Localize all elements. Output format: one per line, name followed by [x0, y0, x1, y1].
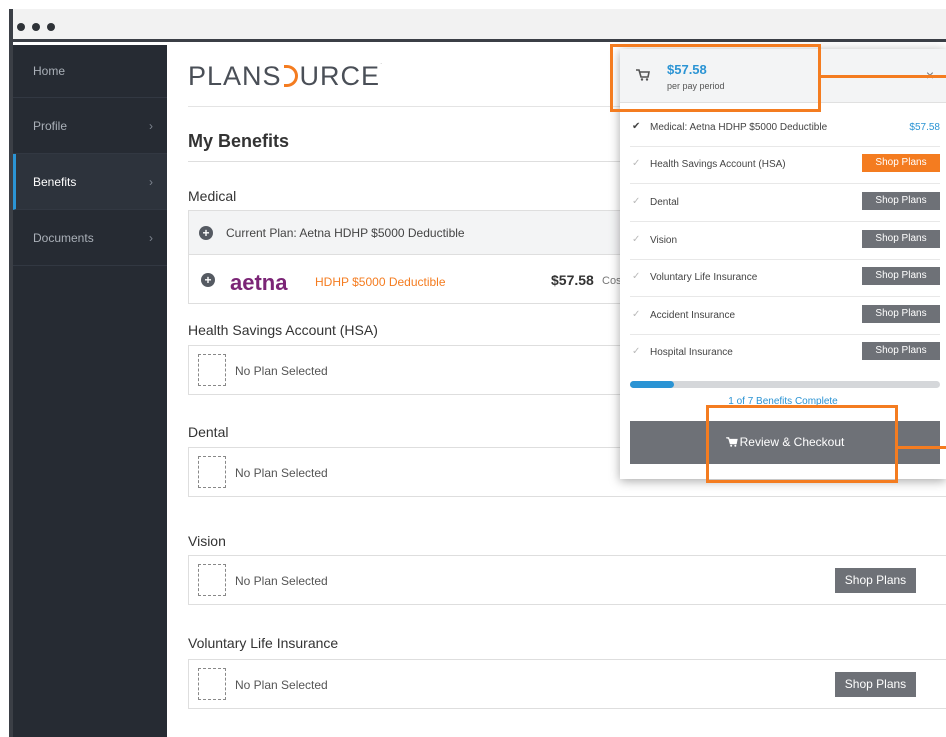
logo-text-prefix: PLANS — [188, 61, 282, 91]
aetna-logo: aetna — [230, 270, 288, 295]
cart-row-medical: ✔ Medical: Aetna HDHP $5000 Deductible $… — [630, 117, 940, 147]
cart-row-amount: $57.58 — [909, 122, 940, 133]
sidebar-item-profile[interactable]: Profile › — [13, 98, 167, 154]
row-divider — [630, 183, 940, 184]
section-label-dental: Dental — [188, 424, 229, 440]
window-maximize-dot-icon[interactable] — [47, 23, 55, 31]
sidebar-item-documents[interactable]: Documents › — [13, 210, 167, 266]
life-cart-shop-plans-button[interactable]: Shop Plans — [862, 267, 940, 285]
page-title: My Benefits — [188, 131, 290, 151]
life-card: No Plan Selected Shop Plans — [188, 659, 946, 709]
cart-row-life: ✓ Voluntary Life Insurance Shop Plans — [630, 267, 940, 297]
cart-row-hsa: ✓ Health Savings Account (HSA) Shop Plan… — [630, 154, 940, 184]
cart-row-label: Dental — [650, 197, 679, 208]
sidebar-item-label: Documents — [33, 231, 94, 245]
chevron-right-icon: › — [149, 119, 153, 133]
checkmark-icon: ✓ — [632, 309, 641, 320]
cart-row-label: Vision — [650, 235, 678, 246]
medical-plan-name: HDHP $5000 Deductible — [315, 275, 446, 289]
cart-row-label: Health Savings Account (HSA) — [650, 159, 786, 170]
life-shop-plans-button[interactable]: Shop Plans — [835, 672, 916, 697]
benefits-cart-panel: $57.58 per pay period × ✔ Medical: Aetna… — [620, 49, 946, 479]
checkmark-icon: ✓ — [632, 158, 641, 169]
benefits-progress-bar — [630, 381, 940, 388]
section-label-life: Voluntary Life Insurance — [188, 635, 339, 651]
sidebar-item-benefits[interactable]: Benefits › — [13, 154, 167, 210]
vision-shop-plans-button[interactable]: Shop Plans — [835, 568, 916, 593]
plansource-logo[interactable]: PLANS URCE· — [188, 61, 383, 92]
row-divider — [630, 334, 940, 335]
vision-card: No Plan Selected Shop Plans — [188, 555, 946, 605]
medical-cost-label: Cos — [602, 275, 622, 287]
medical-plan-price: $57.58 — [551, 272, 594, 288]
row-divider — [630, 146, 940, 147]
row-divider — [630, 221, 940, 222]
logo-o-mark-icon — [283, 65, 298, 87]
hospital-cart-shop-plans-button[interactable]: Shop Plans — [862, 342, 940, 360]
checkmark-icon: ✔ — [632, 121, 641, 132]
empty-plan-placeholder-icon — [198, 456, 226, 488]
current-plan-text: Current Plan: Aetna HDHP $5000 Deductibl… — [226, 226, 465, 240]
empty-plan-placeholder-icon — [198, 668, 226, 700]
shopping-cart-icon — [636, 69, 650, 81]
sidebar-item-label: Benefits — [33, 175, 77, 189]
dental-cart-shop-plans-button[interactable]: Shop Plans — [862, 192, 940, 210]
cart-row-accident: ✓ Accident Insurance Shop Plans — [630, 305, 940, 335]
checkmark-icon: ✓ — [632, 271, 641, 282]
section-label-vision: Vision — [188, 533, 226, 549]
window-titlebar — [13, 9, 946, 42]
cart-row-dental: ✓ Dental Shop Plans — [630, 192, 940, 222]
row-divider — [630, 259, 940, 260]
progress-text: 1 of 7 Benefits Complete — [728, 396, 838, 407]
row-divider — [630, 296, 940, 297]
cart-row-vision: ✓ Vision Shop Plans — [630, 230, 940, 260]
cart-row-label: Voluntary Life Insurance — [650, 272, 758, 283]
cart-total: $57.58 — [667, 62, 707, 77]
checkmark-icon: ✓ — [632, 196, 641, 207]
vision-status: No Plan Selected — [235, 574, 328, 588]
checkout-callout-line — [898, 446, 946, 449]
cart-total-callout-line — [821, 75, 946, 78]
hsa-cart-shop-plans-button[interactable]: Shop Plans — [862, 154, 940, 172]
hsa-status: No Plan Selected — [235, 364, 328, 378]
dental-status: No Plan Selected — [235, 466, 328, 480]
checkout-label: Review & Checkout — [739, 435, 845, 449]
empty-plan-placeholder-icon — [198, 354, 226, 386]
section-label-medical: Medical — [188, 188, 237, 204]
accident-cart-shop-plans-button[interactable]: Shop Plans — [862, 305, 940, 323]
window-close-dot-icon[interactable] — [17, 23, 25, 31]
checkmark-icon: ✓ — [632, 234, 641, 245]
cart-row-label: Accident Insurance — [650, 310, 736, 321]
section-label-hsa: Health Savings Account (HSA) — [188, 322, 378, 338]
logo-trademark: · — [380, 61, 384, 67]
chevron-right-icon: › — [149, 231, 153, 245]
logo-text-suffix: URCE — [299, 61, 381, 91]
sidebar-item-label: Profile — [33, 119, 68, 133]
cart-row-label: Medical: Aetna HDHP $5000 Deductible — [650, 122, 828, 133]
plus-circle-icon[interactable]: + — [199, 226, 213, 240]
life-status: No Plan Selected — [235, 678, 328, 692]
cart-row-hospital: ✓ Hospital Insurance Shop Plans — [630, 342, 940, 364]
sidebar-nav: Home Profile › Benefits › Documents › — [13, 45, 167, 737]
cart-period: per pay period — [667, 81, 725, 91]
plus-circle-icon[interactable]: + — [201, 273, 215, 287]
empty-plan-placeholder-icon — [198, 564, 226, 596]
sidebar-item-home[interactable]: Home — [13, 45, 167, 98]
review-checkout-button[interactable]: Review & Checkout — [630, 421, 940, 464]
vision-cart-shop-plans-button[interactable]: Shop Plans — [862, 230, 940, 248]
cart-row-label: Hospital Insurance — [650, 347, 733, 358]
chevron-right-icon: › — [149, 175, 153, 189]
window-minimize-dot-icon[interactable] — [32, 23, 40, 31]
sidebar-item-label: Home — [33, 64, 66, 78]
progress-fill — [630, 381, 675, 388]
checkmark-icon: ✓ — [632, 346, 641, 357]
shopping-cart-icon — [725, 437, 738, 447]
